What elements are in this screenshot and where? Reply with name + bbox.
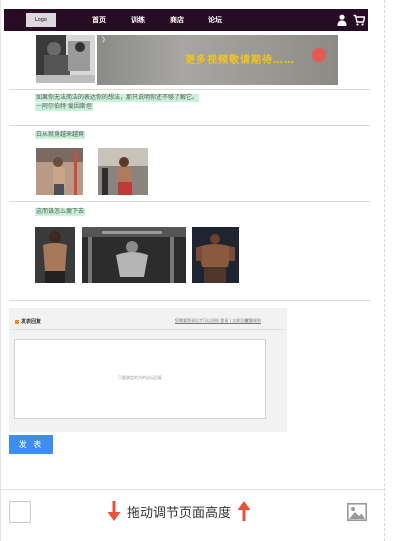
reply-divider xyxy=(13,329,283,330)
user-icon[interactable] xyxy=(337,14,347,26)
arrow-up-icon xyxy=(237,501,251,521)
top-nav: Logo 首页 训练 商店 论坛 xyxy=(4,9,368,31)
reply-title: 发表回复 xyxy=(21,319,42,325)
nav-item-shop[interactable]: 商店 xyxy=(170,13,184,27)
reply-badge-icon xyxy=(15,320,19,324)
quote-line-2: －阿尔伯特·爱因斯坦 xyxy=(35,103,93,111)
divider xyxy=(9,89,370,90)
cart-icon[interactable] xyxy=(353,14,365,26)
banner-cup-icon[interactable] xyxy=(312,48,326,62)
gym-photo-6 xyxy=(192,227,239,283)
reply-placeholder: 只要绑定的方的论坛回复 xyxy=(118,375,162,380)
divider xyxy=(9,201,370,202)
arrow-down-icon xyxy=(107,501,121,521)
login-register-link[interactable]: 您需要登录后才可以回帖 登录 | 立即注册 xyxy=(175,318,248,324)
nav-item-training[interactable]: 训练 xyxy=(131,13,145,27)
nav-item-home[interactable]: 首页 xyxy=(92,13,106,27)
section-title-1: 白从就身越来越爽 xyxy=(35,131,86,139)
divider xyxy=(9,300,370,301)
nav-item-forum[interactable]: 论坛 xyxy=(208,13,222,27)
site-logo[interactable]: Logo xyxy=(26,13,56,27)
divider xyxy=(9,125,370,126)
image-icon[interactable] xyxy=(347,503,367,521)
bottom-divider xyxy=(0,489,384,490)
gym-photo-3 xyxy=(98,148,148,195)
quote-line-1: 如果你无法简洁的表达你的想法，那只说明你还不够了解它。 xyxy=(35,94,200,102)
reply-panel: 发表回复 您需要登录后才可以回帖 登录 | 立即注册 提醒规则 只要绑定的方的论… xyxy=(9,308,287,432)
resize-label: 拖动调节页面高度 xyxy=(127,505,232,521)
left-edge xyxy=(0,0,1,541)
chevron-icon: ❯ xyxy=(101,36,107,43)
video-banner[interactable]: ❯ 更多视频敬请期待…… xyxy=(97,35,338,85)
gym-photo-1 xyxy=(36,35,95,83)
reminder-rules-link[interactable]: 提醒规则 xyxy=(245,318,261,324)
checkbox[interactable] xyxy=(9,501,31,523)
reply-textarea[interactable]: 只要绑定的方的论坛回复 xyxy=(14,339,266,419)
gym-photo-4 xyxy=(35,227,75,283)
resize-handle[interactable]: 拖动调节页面高度 xyxy=(107,500,251,522)
section-title-2: 这而该怎么瘦下去 xyxy=(35,208,86,216)
gym-photo-5 xyxy=(82,227,186,283)
right-edge xyxy=(384,0,385,541)
publish-button[interactable]: 发 表 xyxy=(9,435,53,454)
gym-photo-2 xyxy=(36,148,83,195)
banner-text: 更多视频敬请期待…… xyxy=(185,55,295,66)
